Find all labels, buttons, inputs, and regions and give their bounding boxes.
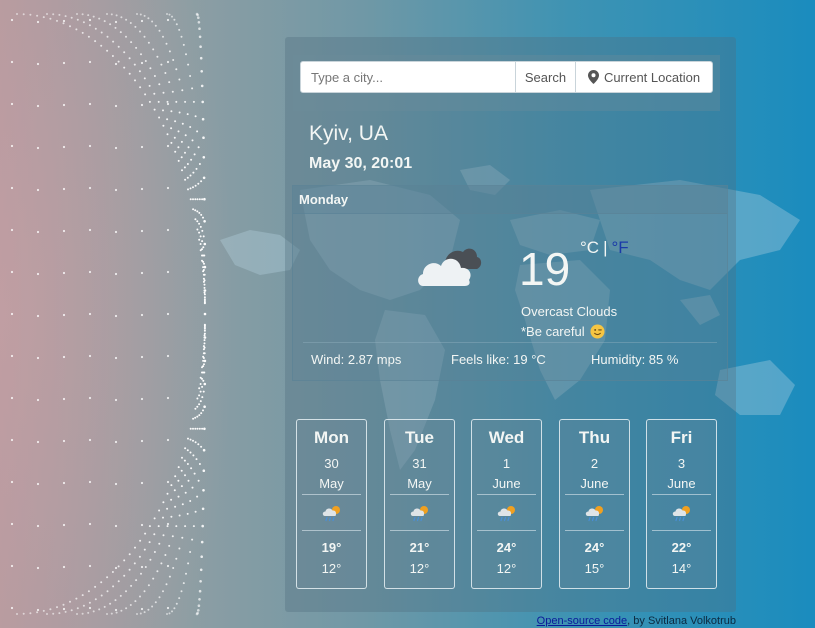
forecast-day-date: 31 [412,456,427,471]
forecast-day-month: May [407,476,432,491]
fahrenheit-link[interactable]: °F [612,238,629,258]
open-source-link[interactable]: Open-source code [537,615,628,627]
weather-advice-text: *Be careful [521,324,585,339]
forecast-max-temp: 24° [584,540,605,555]
forecast-divider [390,494,449,495]
weather-card: Search Current Location Kyiv, UA May 30,… [285,37,736,612]
celsius-link[interactable]: °C [580,238,599,258]
search-button[interactable]: Search [515,61,576,93]
weather-advice: *Be careful [521,324,605,339]
cloud-sun-rain-icon [322,506,340,522]
forecast-day-card: Thu 2 June 24° 15° [559,419,630,589]
city-name: Kyiv, UA [309,122,388,145]
search-button-label: Search [524,69,567,85]
forecast-day-month: June [580,476,609,491]
forecast-min-temp: 12° [409,561,430,576]
forecast-min-temp: 15° [584,561,605,576]
stats-divider [303,342,717,343]
forecast-day-date: 30 [324,456,339,471]
map-marker-icon [587,70,599,84]
forecast-min-temp: 12° [321,561,342,576]
city-search-input[interactable] [300,61,516,93]
forecast-divider [477,530,536,531]
forecast-day-date: 3 [677,456,686,471]
forecast-divider [565,494,624,495]
forecast-day-name: Fri [670,428,693,447]
forecast-divider [565,530,624,531]
forecast-day-name: Tue [405,428,434,447]
weekday-label: Monday [293,186,727,214]
forecast-divider [390,530,449,531]
forecast-divider [302,530,361,531]
forecast-min-temp: 12° [496,561,517,576]
unit-separator: | [603,238,608,257]
forecast-day-name: Thu [578,428,611,447]
current-location-label: Current Location [603,69,701,85]
forecast-divider [652,530,711,531]
footer-credit: Open-source code, by Svitlana Volkotrub [537,615,736,627]
weather-description: Overcast Clouds [521,304,618,319]
forecast-day-month: June [492,476,521,491]
forecast-day-name: Wed [488,428,525,447]
cloud-sun-rain-icon [497,506,515,522]
cloud-sun-rain-icon [410,506,428,522]
forecast-max-temp: 22° [671,540,692,555]
forecast-day-name: Mon [314,428,349,447]
current-location-button[interactable]: Current Location [575,61,713,93]
forecast-divider [302,494,361,495]
forecast-max-temp: 19° [321,540,342,555]
current-temperature: 19 [519,243,571,295]
current-datetime: May 30, 20:01 [309,155,413,172]
forecast-min-temp: 14° [671,561,692,576]
overcast-clouds-icon [418,248,482,286]
unit-toggle: °C | °F [580,238,629,258]
forecast-max-temp: 24° [496,540,517,555]
humidity: Humidity: 85 % [591,352,679,367]
feels-like: Feels like: 19 °C [451,352,546,367]
cloud-sun-rain-icon [672,506,690,522]
forecast-divider [652,494,711,495]
cloud-sun-rain-icon [585,506,603,522]
forecast-day-month: June [667,476,696,491]
forecast-day-card: Wed 1 June 24° 12° [471,419,542,589]
search-form: Search Current Location [293,55,720,111]
forecast-day-card: Mon 30 May 19° 12° [296,419,367,589]
forecast-day-date: 1 [502,456,511,471]
footer-author: , by Svitlana Volkotrub [627,615,736,627]
forecast-day-month: May [319,476,344,491]
current-weather-panel: Monday 19 °C | °F Overcast Clouds *Be ca… [292,185,728,381]
forecast-divider [477,494,536,495]
forecast-day-card: Tue 31 May 21° 12° [384,419,455,589]
forecast-max-temp: 21° [409,540,430,555]
wind-speed: Wind: 2.87 mps [311,352,402,367]
wink-emoji-icon [590,324,605,339]
forecast-day-date: 2 [590,456,599,471]
forecast-day-card: Fri 3 June 22° 14° [646,419,717,589]
